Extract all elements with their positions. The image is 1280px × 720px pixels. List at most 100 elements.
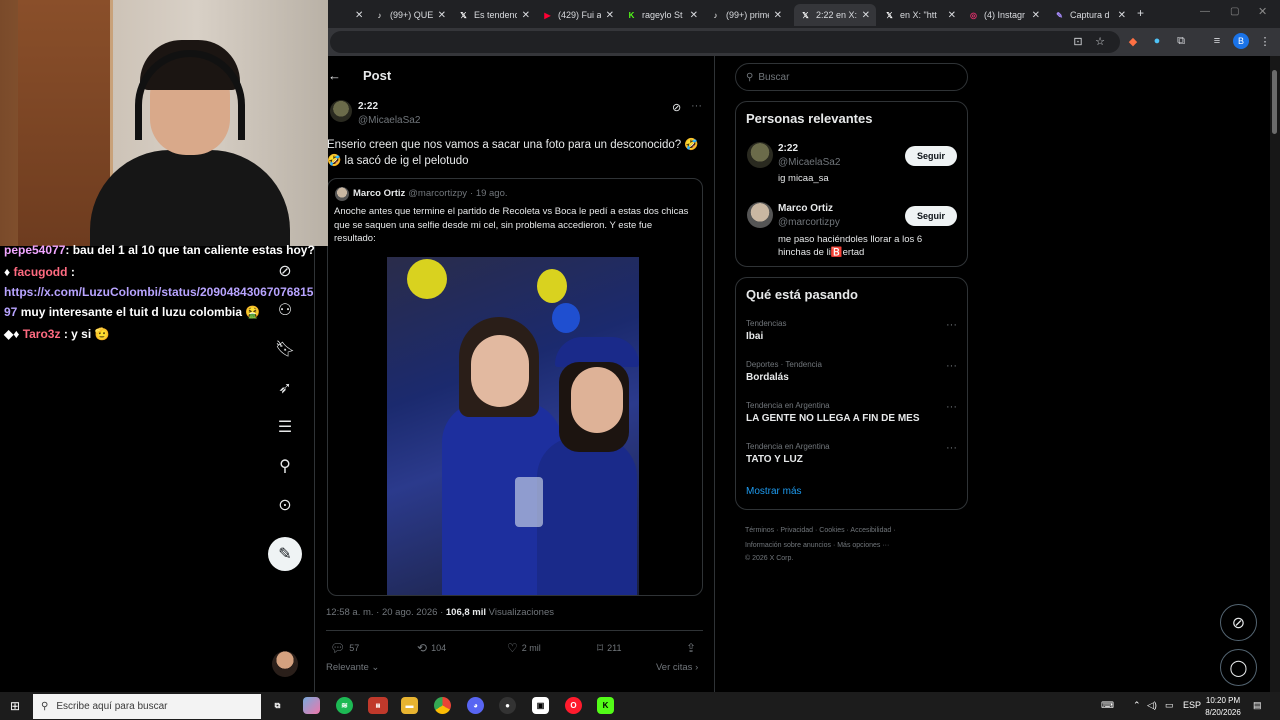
trend-item[interactable]: Tendencias Ibai <box>746 319 786 342</box>
follow-button[interactable]: Seguir <box>905 206 957 226</box>
person-avatar[interactable] <box>747 142 773 168</box>
voicemeeter-icon[interactable]: ▤ <box>368 697 388 714</box>
tab-close-icon[interactable]: ✕ <box>1118 10 1126 21</box>
media-control-icon[interactable]: ≡ <box>1210 34 1224 48</box>
tray-chevron-icon[interactable]: ⌃ <box>1133 700 1141 711</box>
bookmark-star-icon[interactable]: ☆ <box>1093 34 1107 48</box>
profile-avatar[interactable]: B <box>1233 33 1249 49</box>
trend-more-icon[interactable]: ··· <box>946 442 957 454</box>
browser-tab[interactable]: ◎ (4) Instagr ✕ <box>962 4 1046 26</box>
person-handle[interactable]: @marcortizpy <box>778 217 840 228</box>
repost-button[interactable]: ⟲ 104 <box>417 641 446 655</box>
grok-fab-button[interactable]: ⊘ <box>1220 604 1257 641</box>
profile-icon[interactable]: ⚲ <box>273 454 297 478</box>
extension-color-icon[interactable]: ● <box>1150 34 1164 48</box>
task-view-icon[interactable]: ⧉ <box>269 697 286 714</box>
person-avatar[interactable] <box>747 202 773 228</box>
footer-line[interactable]: Información sobre anuncios · Más opcione… <box>745 538 965 553</box>
browser-tab[interactable]: ♪ (99+) QUE ✕ <box>368 4 452 26</box>
trend-item[interactable]: Tendencia en Argentina LA GENTE NO LLEGA … <box>746 401 920 424</box>
search-input[interactable]: ⚲ Buscar <box>735 63 968 91</box>
kick-icon[interactable]: K <box>597 697 614 714</box>
tab-close-icon[interactable]: ✕ <box>862 10 870 21</box>
tab-close-icon[interactable]: ✕ <box>606 10 614 21</box>
windows-start-icon[interactable]: ⊞ <box>10 699 20 713</box>
taskbar-search-input[interactable]: ⚲ Escribe aquí para buscar <box>33 694 261 719</box>
author-handle[interactable]: @MicaelaSa2 <box>358 115 420 126</box>
discord-icon[interactable]: ◕ <box>467 697 484 714</box>
trend-more-icon[interactable]: ··· <box>946 319 957 331</box>
tab-title: 2:22 en X: <box>816 10 857 20</box>
tab-close-icon[interactable]: ✕ <box>774 10 782 21</box>
trend-item[interactable]: Tendencia en Argentina TATO Y LUZ <box>746 442 830 465</box>
like-button[interactable]: ♡ 2 mil <box>507 641 541 655</box>
messages-fab-button[interactable]: ◯ <box>1220 649 1257 686</box>
tab-close-icon[interactable]: ✕ <box>522 10 530 21</box>
tab-close-icon[interactable]: ✕ <box>948 10 956 21</box>
webcam-overlay <box>0 0 328 246</box>
reply-button[interactable]: 💬︎ 57 <box>330 641 359 655</box>
clock[interactable]: 10:20 PM 8/20/2026 <box>1198 695 1248 719</box>
share-button[interactable]: ⇪ <box>686 641 696 655</box>
person-name[interactable]: Marco Ortiz <box>778 203 833 214</box>
file-explorer-icon[interactable]: ▬ <box>401 697 418 714</box>
minimize-icon[interactable]: — <box>1200 6 1210 17</box>
browser-menu-icon[interactable]: ⋮ <box>1258 34 1272 48</box>
tab-close-icon[interactable]: ✕ <box>438 10 446 21</box>
rocket-icon[interactable]: ➶ <box>273 376 297 400</box>
chrome-icon[interactable] <box>434 697 451 714</box>
lists-icon[interactable]: ☰ <box>273 415 297 439</box>
extension-fox-icon[interactable]: ◆ <box>1126 34 1140 48</box>
browser-tab[interactable]: 𝕏 2:22 en X: ✕ <box>794 4 876 26</box>
chat-text-after: muy interesante el tuit d luzu colombia … <box>17 305 261 319</box>
show-more-link[interactable]: Mostrar más <box>746 486 802 497</box>
tab-close-icon[interactable]: ✕ <box>690 10 698 21</box>
browser-tab[interactable]: 𝕏 Es tendenc ✕ <box>452 4 536 26</box>
browser-tab[interactable]: 𝕏en X: "htt ✕ <box>878 4 962 26</box>
network-icon[interactable]: ▭ <box>1165 700 1174 711</box>
url-bar[interactable] <box>330 31 1120 53</box>
volume-icon[interactable]: ◁) <box>1147 700 1157 711</box>
more-icon[interactable]: ⊙ <box>273 493 297 517</box>
compose-post-button[interactable]: ✎ <box>268 537 302 571</box>
maximize-icon[interactable]: ▢ <box>1230 6 1239 17</box>
more-options-icon[interactable]: ··· <box>691 100 702 112</box>
browser-tab[interactable]: ▶ (429) Fui a ✕ <box>536 4 620 26</box>
spotify-icon[interactable]: ≋ <box>336 697 353 714</box>
author-name[interactable]: 2:22 <box>358 101 378 112</box>
scrollbar[interactable] <box>1270 56 1280 692</box>
tab-close-icon[interactable]: ✕ <box>355 10 363 21</box>
scrollbar-thumb[interactable] <box>1272 70 1277 134</box>
back-arrow-icon[interactable]: ← <box>328 68 341 83</box>
browser-tab[interactable]: ♪ (99+) prime ✕ <box>704 4 788 26</box>
browser-tab[interactable]: orts✕ <box>328 4 368 26</box>
footer-line[interactable]: Términos · Privacidad · Cookies · Accesi… <box>745 523 965 538</box>
quote-photo[interactable] <box>387 257 639 595</box>
install-app-icon[interactable]: ⊡ <box>1071 34 1085 48</box>
browser-tab[interactable]: ✎ Captura d ✕ <box>1048 4 1132 26</box>
person-handle[interactable]: @MicaelaSa2 <box>778 157 840 168</box>
chevron-down-icon: ⌄ <box>371 662 380 673</box>
trend-item[interactable]: Deportes · Tendencia Bordalás <box>746 360 822 383</box>
keyboard-icon[interactable]: ⌨ <box>1101 700 1114 711</box>
close-window-icon[interactable]: ✕ <box>1258 5 1267 18</box>
obs-icon[interactable]: ● <box>499 697 516 714</box>
extensions-icon[interactable]: ⧉ <box>1174 34 1188 48</box>
notifications-icon[interactable]: ▤ <box>1253 700 1262 711</box>
trend-more-icon[interactable]: ··· <box>946 401 957 413</box>
opera-icon[interactable]: O <box>565 697 582 714</box>
copilot-icon[interactable] <box>303 697 320 714</box>
browser-tab[interactable]: Krageylo St ✕ <box>620 4 704 26</box>
author-avatar[interactable] <box>330 100 352 122</box>
new-tab-button[interactable]: + <box>1137 6 1144 20</box>
tab-close-icon[interactable]: ✕ <box>1032 10 1040 21</box>
follow-button[interactable]: Seguir <box>905 146 957 166</box>
account-avatar[interactable] <box>272 651 298 677</box>
person-name[interactable]: 2:22 <box>778 143 798 154</box>
bookmark-button[interactable]: ⌑ 211 <box>597 641 622 655</box>
grok-icon[interactable]: ⊘ <box>672 101 681 114</box>
capcut-icon[interactable]: ▣ <box>532 697 549 714</box>
view-quotes-link[interactable]: Ver citas › <box>656 662 698 673</box>
trend-more-icon[interactable]: ··· <box>946 360 957 372</box>
sort-dropdown[interactable]: Relevante ⌄ <box>326 662 379 673</box>
